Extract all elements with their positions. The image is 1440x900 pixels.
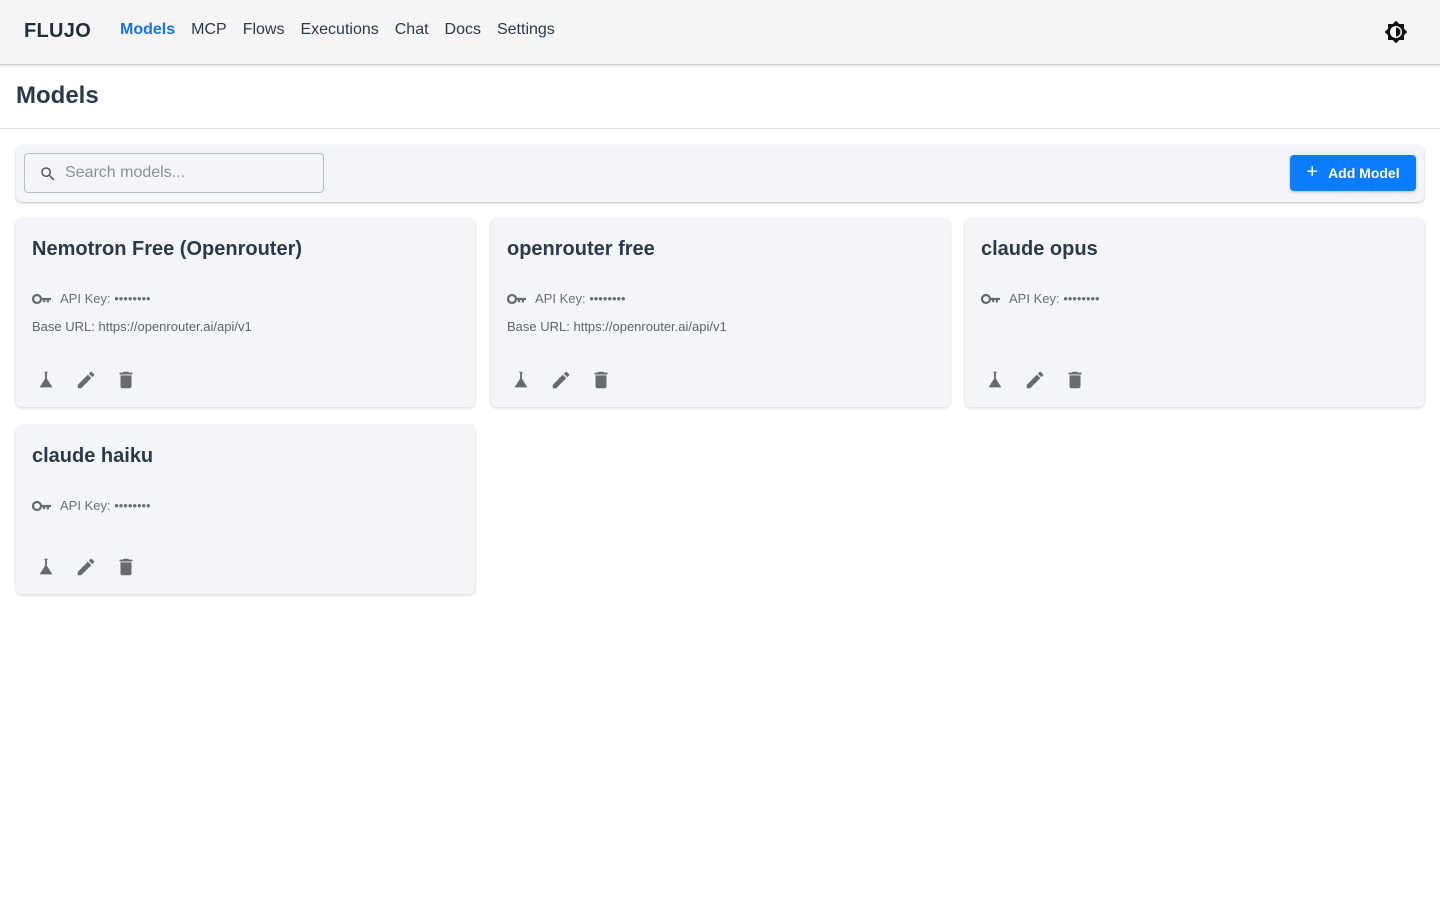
add-model-label: Add Model	[1328, 165, 1400, 181]
brand-logo[interactable]: FLUJO	[24, 20, 91, 43]
pencil-icon[interactable]	[74, 555, 98, 579]
model-card: Nemotron Free (Openrouter) API Key: ••••…	[16, 218, 475, 407]
flask-icon[interactable]	[34, 555, 58, 579]
model-name: claude opus	[981, 238, 1098, 260]
api-key-row: API Key: ••••••••	[32, 291, 151, 306]
key-icon	[507, 293, 526, 304]
base-url-text: Base URL: https://openrouter.ai/api/v1	[507, 319, 727, 334]
plus-icon: +	[1306, 161, 1319, 183]
trash-icon[interactable]	[589, 368, 613, 392]
brightness-icon[interactable]	[1384, 20, 1408, 44]
search-box	[24, 153, 324, 193]
api-key-text: API Key: ••••••••	[60, 291, 151, 306]
api-key-row: API Key: ••••••••	[32, 498, 151, 513]
flask-icon[interactable]	[983, 368, 1007, 392]
pencil-icon[interactable]	[74, 368, 98, 392]
search-icon	[41, 167, 55, 181]
key-icon	[981, 293, 1000, 304]
trash-icon[interactable]	[1063, 368, 1087, 392]
api-key-text: API Key: ••••••••	[535, 291, 626, 306]
key-icon	[32, 500, 51, 511]
main-nav: Models MCP Flows Executions Chat Docs Se…	[120, 21, 555, 39]
card-actions	[983, 368, 1087, 392]
models-toolbar: + Add Model	[16, 145, 1424, 202]
nav-item-executions[interactable]: Executions	[300, 21, 378, 39]
model-card: openrouter free API Key: •••••••• Base U…	[491, 218, 950, 407]
api-key-row: API Key: ••••••••	[507, 291, 626, 306]
model-name: claude haiku	[32, 445, 154, 467]
pencil-icon[interactable]	[549, 368, 573, 392]
flask-icon[interactable]	[34, 368, 58, 392]
model-card: claude opus API Key: ••••••••	[965, 218, 1424, 407]
pencil-icon[interactable]	[1023, 368, 1047, 392]
api-key-text: API Key: ••••••••	[60, 498, 151, 513]
add-model-button[interactable]: + Add Model	[1290, 155, 1416, 191]
nav-item-mcp[interactable]: MCP	[191, 21, 227, 39]
nav-item-flows[interactable]: Flows	[243, 21, 285, 39]
api-key-row: API Key: ••••••••	[981, 291, 1100, 306]
card-actions	[34, 368, 138, 392]
model-name: openrouter free	[507, 238, 655, 260]
nav-item-models[interactable]: Models	[120, 21, 175, 39]
trash-icon[interactable]	[114, 368, 138, 392]
nav-item-docs[interactable]: Docs	[445, 21, 481, 39]
api-key-text: API Key: ••••••••	[1009, 291, 1100, 306]
base-url-text: Base URL: https://openrouter.ai/api/v1	[32, 319, 252, 334]
key-icon	[32, 293, 51, 304]
nav-item-settings[interactable]: Settings	[497, 21, 555, 39]
model-name: Nemotron Free (Openrouter)	[32, 238, 303, 260]
top-nav-bar: FLUJO Models MCP Flows Executions Chat D…	[0, 0, 1440, 65]
page-header: Models	[0, 65, 1440, 129]
flask-icon[interactable]	[509, 368, 533, 392]
card-actions	[34, 555, 138, 579]
card-actions	[509, 368, 613, 392]
search-input[interactable]	[65, 154, 315, 192]
page-title: Models	[16, 82, 99, 109]
trash-icon[interactable]	[114, 555, 138, 579]
model-card: claude haiku API Key: ••••••••	[16, 425, 475, 594]
nav-item-chat[interactable]: Chat	[395, 21, 429, 39]
